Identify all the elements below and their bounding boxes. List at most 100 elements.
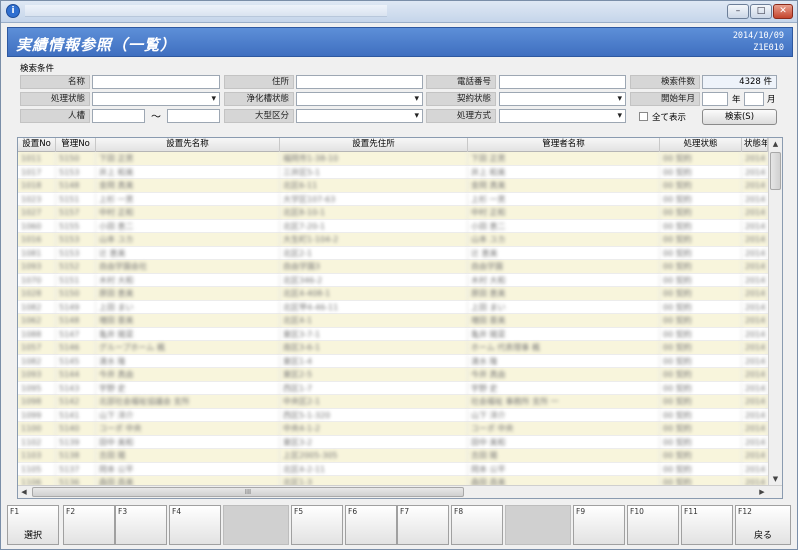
- cell-status-year: 2014: [742, 300, 768, 314]
- minimize-button[interactable]: –: [727, 4, 749, 19]
- col-status[interactable]: 処理状態: [660, 138, 742, 152]
- f9-button[interactable]: F9: [573, 505, 625, 545]
- table-row[interactable]: 1023 5151 上杉 一男 大学区107-63 上杉 一男 00 契約 2014: [18, 192, 768, 206]
- f5-button[interactable]: F5: [291, 505, 343, 545]
- persons-label: 人槽: [20, 109, 90, 123]
- cell-status: 00 契約: [660, 341, 742, 354]
- persons-to-input[interactable]: [167, 109, 220, 123]
- table-row[interactable]: 1095 5143 宇野 史西区1-7 宇野 史 00 契約 2014: [18, 381, 768, 395]
- table-row[interactable]: 1028 5150 原田 恵美 北区4-408-1 原田 恵美 00 契約 2014: [18, 287, 768, 301]
- cell-manager-name: 中村 正和: [468, 206, 660, 219]
- table-row[interactable]: 1093 5152 自由学園会社 自由学園3 自由学園 00 契約 2014: [18, 260, 768, 274]
- contract-status-label: 契約状態: [426, 92, 496, 106]
- table-row[interactable]: 1011 5150 下田 正男 福岡市1-38-10 下田 正男 00 契約 2014: [18, 152, 768, 166]
- method-select[interactable]: [499, 109, 626, 123]
- cell-setup-address: 北区346-2: [280, 273, 468, 287]
- f7-button[interactable]: F7: [397, 505, 449, 545]
- table-row[interactable]: 1016 5153 山本 ユカ 大生町1-104-2 山本 ユカ 00 契約 2014: [18, 233, 768, 247]
- col-setup-no[interactable]: 設置No: [18, 138, 56, 152]
- cell-manager-name: 山本 ユカ: [468, 233, 660, 246]
- cell-status: 00 契約: [660, 314, 742, 327]
- table-row[interactable]: 1062 5148 増田 亜美 北区4-1 増田 亜美 00 契約 2014: [18, 314, 768, 328]
- vertical-scroll-thumb[interactable]: [770, 152, 781, 190]
- scroll-left-icon[interactable]: ◀: [18, 486, 30, 498]
- f6-button[interactable]: F6: [345, 505, 397, 545]
- name-input[interactable]: [92, 75, 220, 89]
- f4-button[interactable]: F4: [169, 505, 221, 545]
- scroll-up-icon[interactable]: ▲: [769, 138, 782, 151]
- table-row[interactable]: 1082 5149 上田 まい 北区甲4-46-11 上田 まい 00 契約 2014: [18, 300, 768, 314]
- cell-status-year: 2014: [742, 395, 768, 408]
- table-row[interactable]: 1081 5153 辻 恵美 北区2-1 辻 恵美 00 契約 2014: [18, 246, 768, 260]
- cell-setup-address: 北区4-1: [280, 314, 468, 327]
- maximize-button[interactable]: □: [750, 4, 772, 19]
- tank-status-select[interactable]: [296, 92, 423, 106]
- table-row[interactable]: 1103 5138 吉田 陽上区2005-305 吉田 陽 00 契約 2014: [18, 449, 768, 463]
- table-row[interactable]: 1027 5157 中村 正和 北区8-10-1 中村 正和 00 契約 2014: [18, 206, 768, 220]
- col-manage-no[interactable]: 管理No: [56, 138, 96, 152]
- f1-button[interactable]: F1 選択: [7, 505, 59, 545]
- cell-setup-no: 1093: [18, 368, 56, 381]
- cell-manage-no: 5153: [56, 246, 96, 260]
- cell-status-year: 2014: [742, 422, 768, 435]
- f10-button[interactable]: F10: [627, 505, 679, 545]
- status-label: 処理状態: [20, 92, 90, 106]
- results-grid[interactable]: 設置No 管理No 設置先名称 設置先住所 管理者名称 処理状態 状態年 101…: [17, 137, 783, 499]
- table-row[interactable]: 1088 5147 亀井 陽菜 東区3-7-1 亀井 陽菜 00 契約 2014: [18, 327, 768, 341]
- table-row[interactable]: 1098 5142 北部社会福祉協議会 支所 中央区2-1 社会福祉 事務所 支所 一0…: [18, 395, 768, 409]
- table-row[interactable]: 1018 5148 金岡 真美 北区6-11 金岡 真美 00 契約 2014: [18, 179, 768, 193]
- contract-status-select[interactable]: [499, 92, 626, 106]
- horizontal-scroll-thumb[interactable]: III: [32, 487, 464, 497]
- close-button[interactable]: ✕: [773, 4, 793, 19]
- phone-input[interactable]: [499, 75, 626, 89]
- search-button[interactable]: 検索(S): [702, 109, 777, 125]
- address-input[interactable]: [296, 75, 423, 89]
- scroll-right-icon[interactable]: ▶: [756, 486, 768, 498]
- start-month-input[interactable]: [744, 92, 764, 106]
- col-setup-address[interactable]: 設置先住所: [280, 138, 468, 152]
- cell-manager-name: 亀井 陽菜: [468, 327, 660, 341]
- col-status-year[interactable]: 状態年: [742, 138, 768, 152]
- f8-button[interactable]: F8: [451, 505, 503, 545]
- persons-from-input[interactable]: [92, 109, 145, 123]
- horizontal-scrollbar[interactable]: ◀ III ▶: [18, 485, 782, 498]
- cell-setup-name: 上杉 一男: [96, 192, 280, 206]
- show-all-checkbox[interactable]: [639, 112, 648, 121]
- cell-setup-no: 1081: [18, 246, 56, 260]
- vertical-scrollbar[interactable]: ▲ ▼: [768, 138, 782, 486]
- table-row[interactable]: 1093 5144 今井 真由 東区2-5 今井 真由 00 契約 2014: [18, 368, 768, 382]
- table-row[interactable]: 1070 5151 木村 大和 北区346-2 木村 大和 00 契約 2014: [18, 273, 768, 287]
- table-row[interactable]: 1099 5141 山下 洋介 西区5-1-320 山下 洋介 00 契約 2014: [18, 408, 768, 422]
- start-year-input[interactable]: [702, 92, 728, 106]
- cell-status-year: 2014: [742, 449, 768, 462]
- f3-button[interactable]: F3: [115, 505, 167, 545]
- cell-setup-no: 1028: [18, 287, 56, 300]
- table-row[interactable]: 1060 5155 小田 恵二 北区7-20-1 小田 恵二 00 契約 2014: [18, 219, 768, 233]
- f12-button[interactable]: F12 戻る: [735, 505, 791, 545]
- cell-status: 00 契約: [660, 354, 742, 368]
- table-row[interactable]: 1105 5137 岡本 公平 北区4-2-11 岡本 公平 00 契約 2014: [18, 462, 768, 476]
- table-row[interactable]: 1100 5140 コーポ 中央 中央4-1-2 コーポ 中央 00 契約 2014: [18, 422, 768, 436]
- cell-setup-name: 田中 美和: [96, 435, 280, 449]
- table-row[interactable]: 1082 5145 清水 隆東区1-4 清水 隆 00 契約 2014: [18, 354, 768, 368]
- table-row[interactable]: 1017 5153 井上 和美 三井区5-1 井上 和美 00 契約 2014: [18, 165, 768, 179]
- fkey-spacer-1: [223, 505, 289, 545]
- screen-header: 実績情報参照（一覧） 2014/10/09 Z1E010: [7, 27, 793, 57]
- f2-button[interactable]: F2: [63, 505, 115, 545]
- table-row[interactable]: 1102 5139 田中 美和 東区3-2 田中 美和 00 契約 2014: [18, 435, 768, 449]
- cell-setup-no: 1027: [18, 206, 56, 219]
- cell-status: 00 契約: [660, 368, 742, 381]
- phone-label: 電話番号: [426, 75, 496, 89]
- start-month-label: 開始年月: [630, 92, 700, 106]
- cell-status-year: 2014: [742, 381, 768, 395]
- cell-status-year: 2014: [742, 233, 768, 246]
- f11-button[interactable]: F11: [681, 505, 733, 545]
- cell-manager-name: 辻 恵美: [468, 246, 660, 260]
- status-select[interactable]: [92, 92, 220, 106]
- cell-status: 00 契約: [660, 152, 742, 165]
- col-setup-name[interactable]: 設置先名称: [96, 138, 280, 152]
- large-class-select[interactable]: [296, 109, 423, 123]
- table-row[interactable]: 1057 5146 グループホーム 楓南区3-6-1 ホーム 代表理事 楓 00 契約 2…: [18, 341, 768, 355]
- col-manager-name[interactable]: 管理者名称: [468, 138, 660, 152]
- cell-setup-address: 中央4-1-2: [280, 422, 468, 435]
